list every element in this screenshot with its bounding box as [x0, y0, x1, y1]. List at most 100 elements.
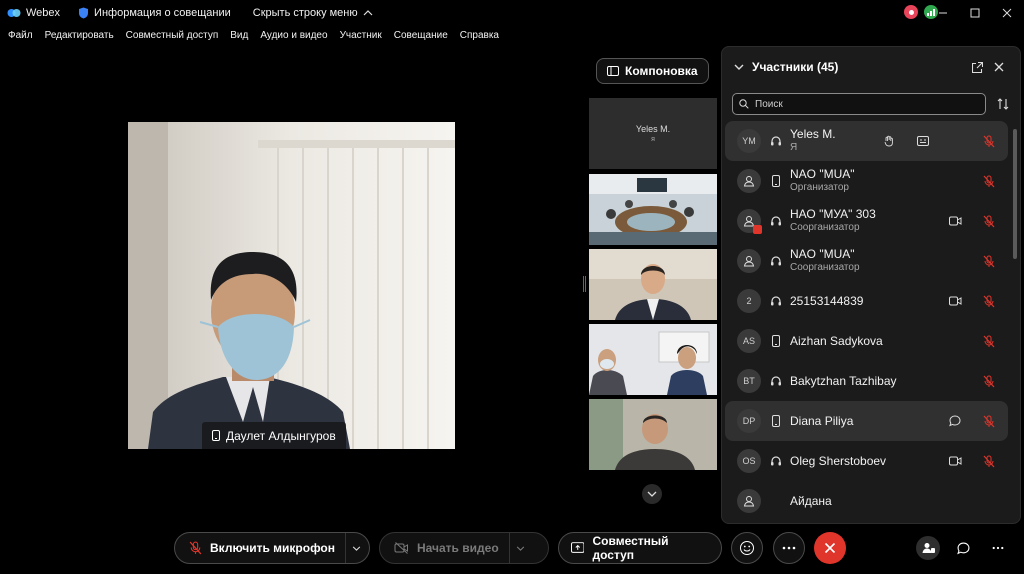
mic-muted-icon[interactable]: [981, 213, 997, 229]
conference-room-image: [589, 174, 717, 245]
menu-file[interactable]: Файл: [0, 26, 39, 46]
participants-panel: Участники (45) YM Yeles M. Я: [721, 46, 1021, 524]
participant-row[interactable]: НАО "МУА" 303 Соорганизатор: [725, 201, 1008, 241]
mic-muted-icon[interactable]: [981, 413, 997, 429]
mic-muted-icon[interactable]: [981, 133, 997, 149]
menu-edit[interactable]: Редактировать: [39, 26, 120, 46]
participants-list: YM Yeles M. Я NAO "MUA" Организатор НАО …: [725, 121, 1008, 521]
participants-title: Участники (45): [752, 60, 839, 74]
more-options-button[interactable]: [773, 532, 805, 564]
maximize-icon: [970, 8, 980, 18]
participant-row[interactable]: NAO "MUA" Организатор: [725, 161, 1008, 201]
layout-button[interactable]: Компоновка: [596, 58, 709, 84]
participant-row[interactable]: AS Aizhan Sadykova: [725, 321, 1008, 361]
participant-name: НАО "МУА" 303: [790, 207, 876, 221]
self-tile-sub: я: [651, 136, 655, 143]
video-tile-conference-room[interactable]: [589, 174, 717, 245]
close-window-button[interactable]: [994, 0, 1020, 26]
participants-toggle-button[interactable]: [916, 536, 940, 560]
close-icon: [1002, 8, 1012, 18]
video-camera-icon: [947, 453, 963, 469]
participant-row[interactable]: 2 25153144839: [725, 281, 1008, 321]
phone-icon: [769, 334, 783, 348]
sort-button[interactable]: [994, 95, 1012, 113]
participant-row[interactable]: DP Diana Piliya: [725, 401, 1008, 441]
meeting-info-button[interactable]: Информация о совещании: [72, 0, 237, 26]
participant-row[interactable]: NAO "MUA" Соорганизатор: [725, 241, 1008, 281]
start-video-label: Начать видео: [417, 541, 499, 555]
participant-name: Yeles M.: [790, 127, 836, 141]
unmute-label: Включить микрофон: [210, 541, 336, 555]
layout-label: Компоновка: [625, 64, 698, 78]
mic-muted-icon[interactable]: [981, 173, 997, 189]
cc-icon: [915, 133, 931, 149]
speaker-name: Даулет Алдынгуров: [226, 428, 336, 443]
participant-role: Соорганизатор: [790, 262, 860, 273]
stage-resize-handle[interactable]: [583, 276, 586, 292]
phone-icon: [212, 430, 220, 441]
panel-scrollbar[interactable]: [1013, 129, 1017, 259]
avatar: [737, 169, 761, 193]
unmute-button[interactable]: Включить микрофон: [174, 532, 370, 564]
participant-name: Айдана: [790, 494, 832, 508]
start-video-button[interactable]: Начать видео: [379, 532, 549, 564]
webex-logo-icon: [7, 9, 21, 17]
search-box: [732, 93, 986, 115]
menu-view[interactable]: Вид: [224, 26, 254, 46]
recording-status-icon[interactable]: [904, 5, 918, 19]
mic-muted-icon[interactable]: [981, 293, 997, 309]
headset-icon: [769, 254, 783, 268]
end-call-button[interactable]: [814, 532, 846, 564]
participant-row[interactable]: OS Oleg Sherstoboev: [725, 441, 1008, 481]
participant-name: Oleg Sherstoboev: [790, 454, 887, 468]
chevron-down-icon: [647, 491, 657, 497]
minimize-button[interactable]: [930, 0, 956, 26]
audio-options-button[interactable]: [345, 533, 367, 563]
mic-muted-icon[interactable]: [981, 453, 997, 469]
chat-icon: [956, 542, 969, 554]
video-tile-man-office[interactable]: [589, 399, 717, 470]
self-video-tile[interactable]: Yeles M. я: [589, 98, 717, 169]
presenting-badge-icon: [753, 225, 762, 234]
video-options-button[interactable]: [508, 533, 531, 563]
participant-name: Bakytzhan Tazhibay: [790, 374, 897, 388]
participant-row[interactable]: BT Bakytzhan Tazhibay: [725, 361, 1008, 401]
mic-muted-icon[interactable]: [981, 373, 997, 389]
avatar: [737, 249, 761, 273]
menu-help[interactable]: Справка: [454, 26, 505, 46]
main-video-tile[interactable]: Даулет Алдынгуров: [128, 122, 455, 449]
participant-row[interactable]: YM Yeles M. Я: [725, 121, 1008, 161]
maximize-button[interactable]: [962, 0, 988, 26]
mic-muted-icon[interactable]: [981, 333, 997, 349]
chevron-down-icon: [516, 545, 524, 551]
video-tile-two-women[interactable]: [589, 324, 717, 395]
more-panels-button[interactable]: [986, 536, 1010, 560]
reactions-button[interactable]: [731, 532, 763, 564]
menu-audio-video[interactable]: Аудио и видео: [254, 26, 333, 46]
menu-share[interactable]: Совместный доступ: [120, 26, 225, 46]
chat-icon[interactable]: [947, 413, 963, 429]
close-icon: [824, 542, 836, 554]
participants-header: Участники (45): [722, 47, 1020, 87]
mic-muted-icon: [189, 541, 202, 555]
video-tile-man-suit[interactable]: [589, 249, 717, 320]
share-button[interactable]: Совместный доступ: [558, 532, 722, 564]
video-camera-icon: [947, 213, 963, 229]
man-in-suit-image: [589, 249, 717, 320]
thumbnails-scroll-down-button[interactable]: [642, 484, 662, 504]
collapse-panel-button[interactable]: [732, 60, 746, 74]
hide-menu-button[interactable]: Скрыть строку меню: [247, 0, 379, 26]
more-icon: [992, 546, 1004, 550]
chat-toggle-button[interactable]: [951, 536, 975, 560]
participant-row[interactable]: Айдана: [725, 481, 1008, 521]
participant-role: Организатор: [790, 182, 849, 193]
mic-muted-icon[interactable]: [981, 253, 997, 269]
close-panel-button[interactable]: [988, 56, 1010, 78]
pop-out-panel-button[interactable]: [966, 56, 988, 78]
person-icon: [743, 256, 755, 267]
menu-meeting[interactable]: Совещание: [388, 26, 454, 46]
chevron-down-icon: [352, 545, 361, 551]
search-input[interactable]: [755, 98, 955, 110]
menu-participant[interactable]: Участник: [334, 26, 388, 46]
avatar: [737, 209, 762, 234]
